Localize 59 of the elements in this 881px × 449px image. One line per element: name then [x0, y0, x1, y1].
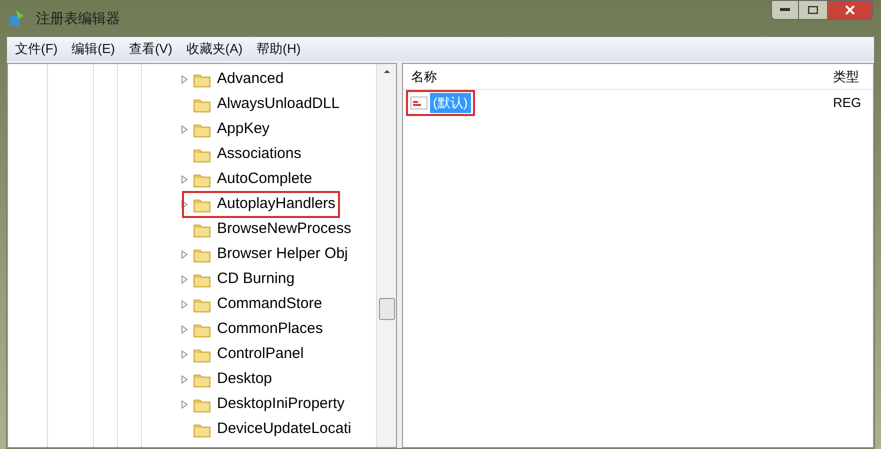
menu-item[interactable]: 编辑(E) — [72, 39, 115, 59]
expand-icon[interactable] — [180, 400, 188, 409]
folder-icon — [193, 196, 211, 212]
string-value-icon — [410, 95, 428, 111]
expand-icon[interactable] — [180, 325, 188, 334]
folder-icon — [193, 272, 211, 288]
menu-item[interactable]: 查看(V) — [128, 39, 172, 59]
column-header[interactable]: 名称 — [403, 66, 833, 86]
menu-item[interactable]: 帮助(H) — [256, 39, 301, 59]
expand-icon[interactable] — [180, 275, 188, 284]
folder-icon — [193, 222, 211, 238]
tree-item[interactable]: BrowseNewProcess — [214, 218, 354, 241]
maximize-icon — [808, 6, 818, 14]
tree-item[interactable]: AlwaysUnloadDLL — [214, 93, 343, 116]
expand-icon[interactable] — [180, 175, 188, 184]
expand-icon[interactable] — [180, 300, 188, 309]
tree-item[interactable]: Desktop — [214, 368, 276, 391]
folder-icon — [193, 296, 211, 312]
folder-icon — [193, 246, 211, 262]
window-title: 注册表编辑器 — [36, 8, 120, 28]
tree-item[interactable]: CommandStore — [214, 293, 326, 316]
tree-item[interactable]: DesktopIniProperty — [214, 393, 348, 416]
expand-icon[interactable] — [180, 75, 188, 84]
expand-icon[interactable] — [180, 125, 188, 134]
minimize-icon — [780, 8, 790, 12]
expand-icon[interactable] — [180, 350, 188, 359]
folder-icon — [193, 322, 211, 338]
folder-icon — [193, 422, 211, 438]
menu-item[interactable]: 收藏夹(A) — [186, 39, 243, 59]
folder-icon — [193, 96, 211, 112]
close-icon — [845, 5, 855, 15]
scrollbar-thumb[interactable] — [378, 298, 394, 320]
expand-icon[interactable] — [180, 250, 188, 259]
tree-item[interactable]: Advanced — [214, 68, 287, 91]
expand-icon[interactable] — [180, 200, 188, 209]
tree-item[interactable]: ControlPanel — [214, 343, 307, 366]
folder-icon — [193, 72, 211, 88]
tree-item[interactable]: CommonPlaces — [214, 318, 326, 341]
tree-item[interactable]: CD Burning — [214, 268, 298, 291]
column-header[interactable]: 类型 — [833, 66, 859, 86]
value-name: (默认) — [430, 93, 471, 113]
tree-item[interactable]: AutoComplete — [214, 168, 316, 191]
folder-icon — [193, 146, 211, 162]
tree-item[interactable]: Browser Helper Obj — [214, 243, 351, 266]
expand-icon[interactable] — [180, 375, 188, 384]
value-type: REG — [833, 94, 862, 112]
close-button[interactable] — [827, 0, 873, 20]
folder-icon — [193, 172, 211, 188]
tree-item[interactable]: AutoplayHandlers — [184, 193, 338, 216]
folder-icon — [193, 122, 211, 138]
folder-icon — [193, 346, 211, 362]
tree-item[interactable]: Associations — [214, 143, 304, 166]
tree-item[interactable]: AppKey — [214, 118, 273, 141]
maximize-button[interactable] — [799, 0, 827, 20]
minimize-button[interactable] — [771, 0, 799, 20]
menu-item[interactable]: 文件(F) — [15, 39, 58, 59]
tree-item[interactable]: DeviceUpdateLocati — [214, 418, 354, 441]
folder-icon — [193, 396, 211, 412]
folder-icon — [193, 372, 211, 388]
